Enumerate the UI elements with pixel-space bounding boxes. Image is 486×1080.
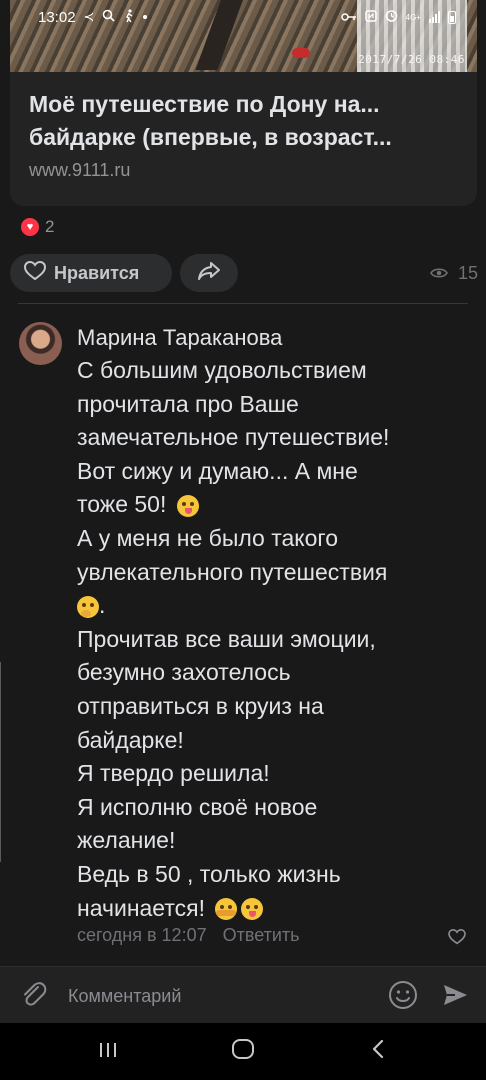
recent-apps-button[interactable] — [78, 1039, 138, 1065]
comment-text-line: Прочитав все ваши эмоции, — [77, 625, 376, 652]
paperclip-icon[interactable] — [20, 981, 48, 1014]
comment-text-line: Я твердо решила! — [77, 760, 270, 787]
scroll-edge-indicator — [0, 662, 3, 862]
comment-text-line: . — [77, 589, 477, 623]
like-button[interactable]: Нравится — [10, 254, 172, 292]
heart-outline-icon — [23, 260, 47, 286]
comment-text: тоже 50! — [77, 491, 167, 518]
divider — [18, 303, 468, 304]
comment: Марина Тараканова С большим удовольствие… — [77, 322, 477, 925]
comment-text-line: желание! — [77, 827, 176, 854]
comment-text-line: замечательное путешествие! — [77, 424, 390, 451]
card-title-line: байдарке (впервые, в возраст... — [29, 124, 392, 150]
comment-text-line: отправиться в круиз на — [77, 692, 324, 719]
battery-icon — [448, 10, 456, 24]
winking-tongue-emoji-icon — [176, 495, 199, 518]
comment-like-heart-icon[interactable] — [448, 928, 466, 950]
like-label: Нравится — [54, 262, 140, 283]
card-url[interactable]: www.9111.ru — [29, 160, 130, 181]
back-button[interactable] — [348, 1038, 408, 1066]
send-icon[interactable] — [441, 981, 469, 1014]
hugging-face-emoji-icon — [215, 898, 238, 921]
heart-reaction-icon: ♥ — [21, 218, 39, 236]
views-count: 15 — [457, 262, 478, 283]
comment-text-line: Ведь в 50 , только жизнь — [77, 860, 341, 887]
comment-text-line: тоже 50! — [77, 488, 477, 522]
signal-icon — [429, 11, 440, 23]
reactions-count: 2 — [45, 217, 55, 236]
data-icon: 4G+ — [405, 12, 421, 22]
comment-time: сегодня в 12:07 — [77, 925, 207, 945]
comment-text: начинается! — [77, 894, 205, 921]
card-title-line: Моё путешествие по Дону на... — [29, 91, 380, 117]
comment-text-line: байдарке! — [77, 726, 184, 753]
share-button[interactable] — [180, 254, 238, 292]
avatar[interactable] — [19, 322, 62, 365]
walk-icon — [123, 8, 135, 26]
comment-author[interactable]: Марина Тараканова — [77, 322, 477, 354]
alarm-icon — [385, 9, 398, 26]
views-counter: 15 — [430, 254, 478, 292]
post-actions: Нравится 15 — [10, 254, 478, 292]
comment-text-line: безумно захотелось — [77, 659, 291, 686]
comment-text-line: Вот сижу и думаю... А мне — [77, 457, 358, 484]
reply-button[interactable]: Ответить — [223, 925, 300, 946]
home-button[interactable] — [213, 1038, 273, 1066]
share-arrow-icon — [197, 261, 221, 286]
comment-meta: сегодня в 12:07 Ответить — [77, 925, 300, 946]
search-icon — [102, 9, 116, 25]
eye-icon — [430, 263, 448, 284]
comment-composer: Комментарий — [0, 966, 486, 1023]
status-time: 13:02 — [38, 8, 76, 26]
comment-input[interactable]: Комментарий — [68, 986, 181, 1007]
comment-text-line: А у меня не было такого — [77, 524, 339, 551]
thinking-face-emoji-icon — [77, 596, 99, 619]
comment-text-line: прочитала про Ваше — [77, 390, 299, 417]
comment-text-line: увлекательного путешествия — [77, 558, 388, 585]
comment-text-line: начинается! — [77, 892, 477, 926]
image-timestamp: 2017/7/26 08:46 — [358, 53, 465, 66]
key-icon — [340, 9, 357, 26]
comment-text-line: С большим удовольствием — [77, 357, 367, 383]
system-navbar — [0, 1023, 486, 1080]
nfc-icon — [364, 9, 377, 26]
notification-dot — [143, 15, 148, 19]
comment-text-line: Я исполню своё новое — [77, 793, 318, 820]
winking-tongue-emoji-icon — [241, 898, 264, 921]
reactions-summary[interactable]: ♥ 2 — [21, 217, 54, 237]
gesture-icon: ≺ — [83, 9, 95, 24]
card-title[interactable]: Моё путешествие по Дону на... байдарке (… — [29, 88, 469, 154]
emoji-picker-icon[interactable] — [388, 980, 418, 1015]
comment-text: . — [99, 592, 106, 619]
status-bar: 13:02 ≺ 4G+ — [0, 0, 486, 34]
